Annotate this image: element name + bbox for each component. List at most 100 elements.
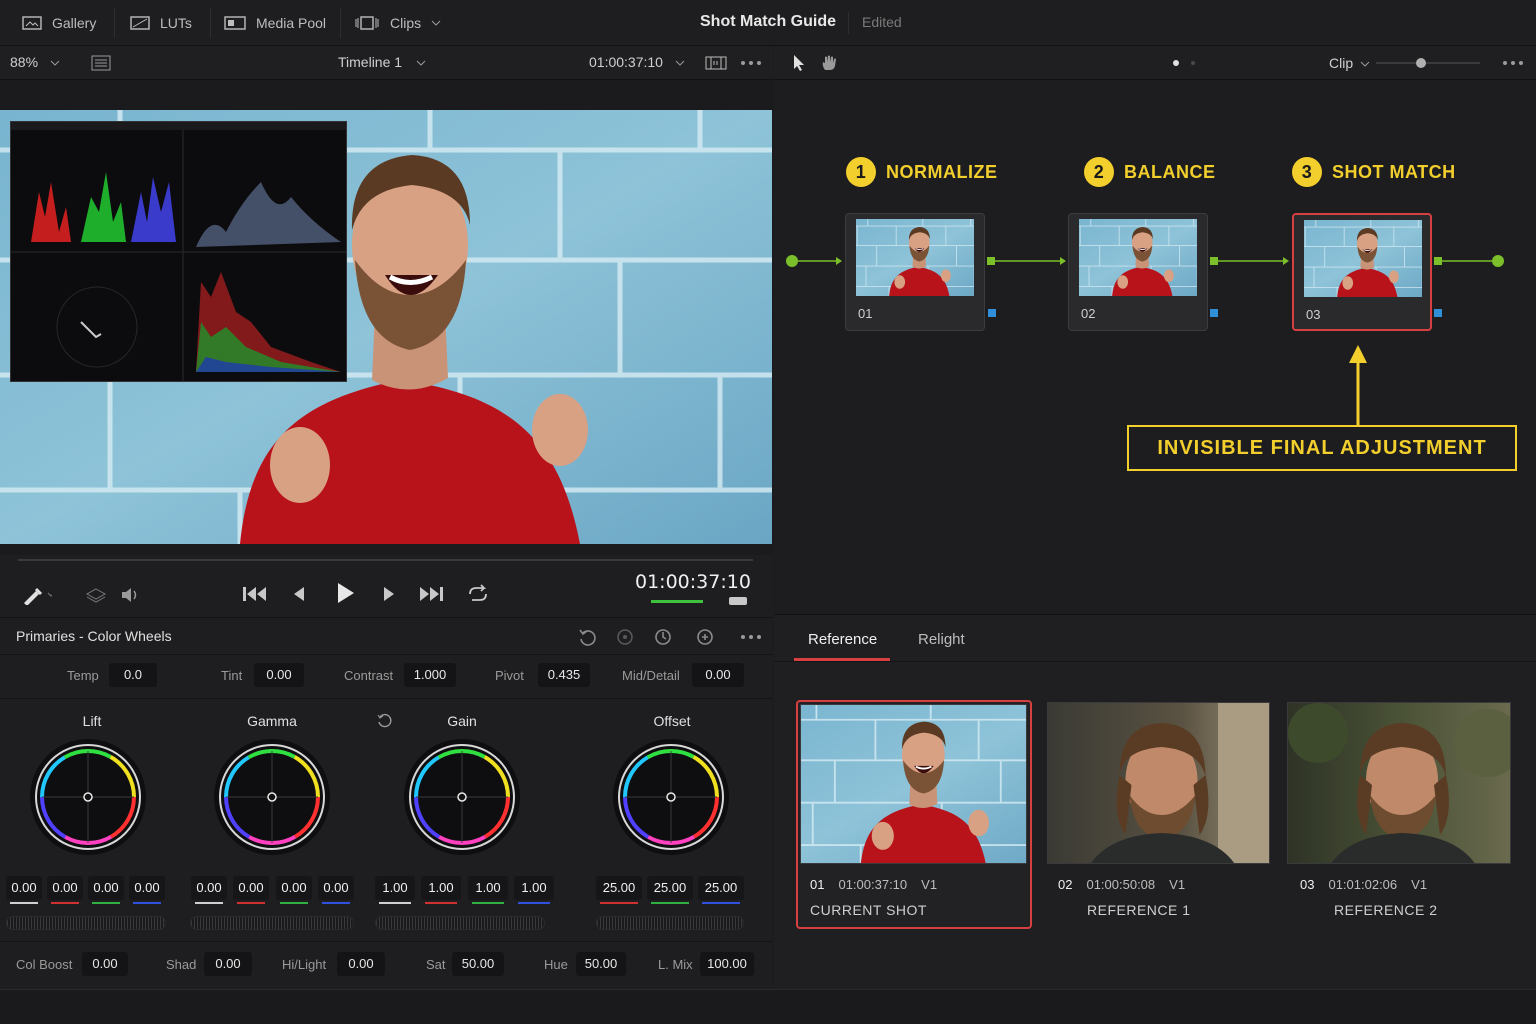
zoom-slider-handle[interactable] (1416, 58, 1426, 68)
reference-1-thumbnail[interactable] (1047, 702, 1270, 864)
gamma-r-value[interactable]: 0.00 (233, 876, 269, 900)
undo-icon[interactable] (578, 628, 596, 646)
clip-timecode: 01:01:02:06 (1328, 877, 1398, 892)
chevron-down-icon (416, 60, 426, 66)
clip-index: 03 (1300, 877, 1315, 892)
current-shot-thumbnail (800, 704, 1027, 864)
gamma-y-value[interactable]: 0.00 (191, 876, 227, 900)
pivot-field[interactable]: 0.435 (538, 663, 590, 687)
lift-b-value[interactable]: 0.00 (129, 876, 165, 900)
tab-reference[interactable]: Reference (808, 631, 877, 648)
lift-y-value[interactable]: 0.00 (6, 876, 42, 900)
clip-track: V1 (921, 877, 938, 892)
edit-status: Edited (862, 14, 902, 30)
contrast-label: Contrast (344, 668, 394, 683)
more-options-icon[interactable] (740, 634, 762, 640)
lift-g-value[interactable]: 0.00 (88, 876, 124, 900)
offset-color-wheel[interactable] (611, 737, 731, 857)
viewer-timecode[interactable]: 01:00:37:10 (589, 54, 663, 70)
step-back-icon[interactable] (292, 585, 306, 603)
key-output[interactable] (988, 309, 996, 317)
col-boost-label: Col Boost (16, 957, 73, 972)
offset-master-jog[interactable] (596, 916, 744, 930)
gain-master-jog[interactable] (375, 916, 545, 930)
more-options-icon[interactable] (1502, 60, 1524, 66)
reset-all-icon[interactable] (696, 628, 714, 646)
node-03[interactable]: 03 (1292, 213, 1432, 331)
node-mode-select[interactable]: Clip (1329, 55, 1353, 71)
more-options-icon[interactable] (740, 60, 762, 66)
skip-to-start-icon[interactable] (242, 585, 268, 603)
clip-index: 02 (1058, 877, 1073, 892)
step-shot-match: 3 SHOT MATCH (1292, 157, 1456, 187)
mid-detail-field[interactable]: 0.00 (692, 663, 744, 687)
tint-field[interactable]: 0.00 (254, 663, 304, 687)
list-icon[interactable] (91, 55, 111, 71)
loop-icon[interactable] (466, 584, 490, 604)
reference-2-thumbnail[interactable] (1287, 702, 1511, 864)
speaker-icon[interactable] (120, 587, 142, 603)
pointer-icon[interactable] (792, 54, 806, 72)
hi-light-label: Hi/Light (282, 957, 327, 972)
offset-g-value[interactable]: 25.00 (647, 876, 693, 900)
gain-b-value[interactable]: 1.00 (514, 876, 554, 900)
offset-label: Offset (653, 713, 691, 729)
offset-r-value[interactable]: 25.00 (596, 876, 642, 900)
gain-g-value[interactable]: 1.00 (468, 876, 508, 900)
play-icon[interactable] (336, 582, 356, 604)
node-label: 01 (858, 306, 873, 321)
lift-r-value[interactable]: 0.00 (47, 876, 83, 900)
gamma-b-value[interactable]: 0.00 (318, 876, 354, 900)
hand-icon[interactable] (820, 54, 838, 72)
step-number-badge: 3 (1292, 157, 1322, 187)
zoom-slider[interactable] (1376, 62, 1480, 64)
tab-relight[interactable]: Relight (918, 631, 965, 648)
reference-1-meta: 02 01:00:50:08 V1 (1058, 877, 1185, 892)
key-output[interactable] (1434, 309, 1442, 317)
gain-r-value[interactable]: 1.00 (421, 876, 461, 900)
film-strip-icon[interactable] (705, 55, 727, 71)
contrast-field[interactable]: 1.000 (404, 663, 456, 687)
gamma-color-wheel[interactable] (212, 737, 332, 857)
callout-label: INVISIBLE FINAL ADJUSTMENT (1127, 425, 1517, 471)
step-number-badge: 1 (846, 157, 876, 187)
scrub-bar[interactable] (18, 559, 753, 561)
scopes-window[interactable] (10, 121, 347, 382)
l-mix-field[interactable]: 100.00 (700, 952, 754, 976)
gamma-g-value[interactable]: 0.00 (276, 876, 312, 900)
node-02[interactable]: 02 (1068, 213, 1208, 331)
hue-field[interactable]: 50.00 (576, 952, 626, 976)
lift-master-jog[interactable] (6, 916, 166, 930)
offset-b-value[interactable]: 25.00 (698, 876, 744, 900)
chevron-down-icon (1360, 61, 1370, 67)
l-mix-label: L. Mix (658, 957, 693, 972)
sat-field[interactable]: 50.00 (452, 952, 504, 976)
reset-icon[interactable] (654, 628, 672, 646)
bottom-bar (0, 989, 1536, 1024)
zoom-select[interactable]: 88% (10, 54, 38, 70)
clip-index: 01 (810, 877, 825, 892)
gamma-master-jog[interactable] (190, 916, 354, 930)
node-01[interactable]: 01 (845, 213, 985, 331)
key-output[interactable] (1210, 309, 1218, 317)
node-label: 03 (1306, 307, 1321, 322)
link-reset-icon[interactable] (376, 713, 392, 729)
skip-to-end-icon[interactable] (418, 585, 444, 603)
gain-color-wheel[interactable] (402, 737, 522, 857)
lift-color-wheel[interactable] (28, 737, 148, 857)
shad-field[interactable]: 0.00 (204, 952, 252, 976)
gamma-label: Gamma (247, 713, 297, 729)
timeline-select[interactable]: Timeline 1 (338, 54, 402, 70)
step-balance: 2 BALANCE (1084, 157, 1216, 187)
step-label: SHOT MATCH (1332, 161, 1456, 182)
color-picker-icon[interactable] (22, 585, 52, 605)
disable-icon[interactable] (616, 628, 634, 646)
temp-field[interactable]: 0.0 (109, 663, 157, 687)
gain-y-value[interactable]: 1.00 (375, 876, 415, 900)
col-boost-field[interactable]: 0.00 (82, 952, 128, 976)
layers-icon[interactable] (86, 587, 106, 603)
transport-bar: 01:00:37:10 (0, 555, 773, 617)
step-label: NORMALIZE (886, 161, 998, 182)
step-forward-icon[interactable] (382, 585, 396, 603)
hi-light-field[interactable]: 0.00 (337, 952, 385, 976)
